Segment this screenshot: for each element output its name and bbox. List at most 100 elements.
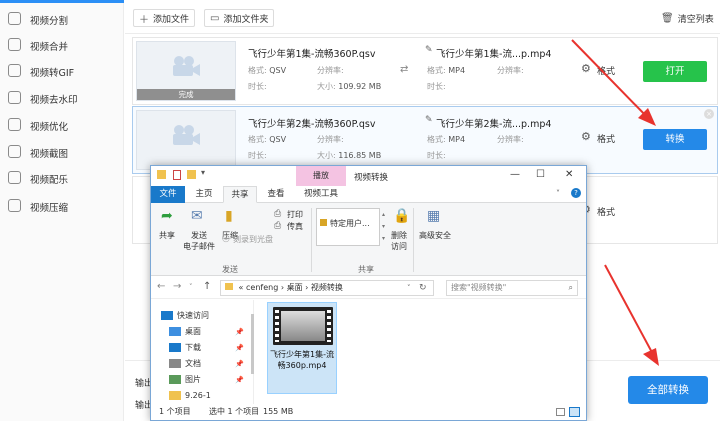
properties-icon[interactable] (173, 170, 181, 180)
done-badge: 完成 (137, 89, 235, 100)
folder-icon (169, 327, 181, 336)
specific-users-item[interactable]: 特定用户... (330, 218, 370, 229)
search-field[interactable]: 搜索"视频转换" ⌕ (446, 280, 578, 296)
path-overflow[interactable]: « (239, 283, 244, 292)
sidebar-accent-bar (0, 0, 124, 3)
pin-icon[interactable]: 📌 (235, 376, 244, 384)
forward-arrow-icon[interactable]: → (173, 281, 181, 292)
file-row-1[interactable]: 完成 飞行少年第1集-流畅360P.qsv 格式: QSV 分辨率: 时长: 大… (132, 37, 718, 105)
sidebar-item-7[interactable]: 视频配乐 (0, 165, 124, 191)
back-arrow-icon[interactable]: ← (157, 281, 165, 292)
play-context-tab[interactable]: 播放 (296, 166, 346, 186)
path-segment[interactable]: 桌面 (287, 283, 303, 292)
remove-row-icon[interactable]: × (704, 109, 714, 119)
burn-button[interactable]: 刻录到光盘 (233, 234, 273, 245)
folder-icon: ▭ (210, 12, 220, 24)
tab-view[interactable]: 查看 (261, 186, 291, 203)
fax-icon: ⎙ (274, 221, 282, 231)
clear-list-button[interactable]: 🗑 清空列表 (656, 9, 719, 27)
help-icon[interactable]: ? (571, 188, 581, 198)
pin-icon[interactable]: 📌 (235, 360, 244, 368)
path-dropdown-icon[interactable]: ˅ (407, 281, 411, 295)
nav-item[interactable]: 文档 (169, 357, 201, 371)
source-resolution: 分辨率: (317, 135, 344, 144)
add-folder-button[interactable]: ▭ 添加文件夹 (204, 9, 275, 27)
refresh-icon[interactable]: ↻ (419, 281, 427, 295)
shuffle-icon: ⇄ (400, 64, 409, 75)
tab-home[interactable]: 主页 (189, 186, 219, 203)
edit-pencil-icon[interactable]: ✎ (425, 115, 433, 125)
gear-icon[interactable]: ⚙ (581, 62, 591, 75)
sidebar-item-3[interactable]: 视频转GIF (0, 58, 124, 84)
video-file-icon (273, 307, 333, 345)
ribbon-collapse-icon[interactable]: ˅ (556, 189, 560, 198)
tab-video-tools[interactable]: 视频工具 (296, 186, 346, 203)
sidebar-item-2[interactable]: 视频合并 (0, 32, 124, 58)
path-segment[interactable]: cenfeng (246, 283, 278, 292)
new-folder-icon[interactable] (187, 170, 196, 179)
output-duration: 时长: (427, 82, 446, 91)
fax-button[interactable]: 传真 (287, 221, 303, 232)
convert-all-button[interactable]: 全部转换 (628, 376, 708, 404)
source-duration: 时长: (248, 151, 267, 160)
screenshot-icon (8, 145, 21, 158)
sidebar-item-8[interactable]: 视频压缩 (0, 193, 124, 219)
format-settings-label[interactable]: 格式 (597, 132, 615, 145)
send-group-label: 发送 (222, 265, 238, 274)
format-settings-label[interactable]: 格式 (597, 205, 615, 218)
trash-icon: 🗑 (661, 12, 674, 24)
output-duration: 时长: (427, 151, 446, 160)
sidebar-item-label: 视频优化 (30, 122, 69, 133)
convert-button[interactable]: 转换 (643, 129, 707, 150)
sidebar-item-1[interactable]: 视频分割 (0, 6, 124, 32)
tab-share[interactable]: 共享 (223, 186, 257, 203)
file-item[interactable]: 飞行少年第1集-流畅360p.mp4 (267, 302, 337, 394)
nav-scrollbar[interactable] (251, 300, 254, 404)
format-settings-label[interactable]: 格式 (597, 64, 615, 77)
remove-access-button[interactable]: 删除 访问 (391, 230, 407, 252)
minimize-icon[interactable]: — (510, 169, 520, 180)
pin-icon[interactable]: 📌 (235, 328, 244, 336)
nav-scrollbar-thumb[interactable] (251, 314, 254, 374)
maximize-icon[interactable]: ☐ (536, 169, 545, 180)
sidebar-item-6[interactable]: 视频截图 (0, 139, 124, 165)
sidebar-item-4[interactable]: 视频去水印 (0, 85, 124, 111)
large-icons-view-icon[interactable] (569, 407, 580, 417)
close-icon[interactable]: ✕ (565, 169, 573, 180)
nav-item[interactable]: 桌面 (169, 325, 201, 339)
nav-item[interactable]: 快速访问 (161, 309, 209, 323)
gear-icon[interactable]: ⚙ (581, 130, 591, 143)
path-field[interactable]: « cenfeng › 桌面 › 视频转换 ˅ ↻ (220, 280, 434, 296)
sidebar-item-5[interactable]: 视频优化 (0, 112, 124, 138)
details-view-icon[interactable] (556, 408, 565, 416)
open-button[interactable]: 打开 (643, 61, 707, 82)
share-button[interactable]: 共享 (159, 230, 175, 241)
gallery-more-icon[interactable]: ▾ (382, 235, 385, 242)
sidebar-item-label: 视频配乐 (30, 175, 69, 186)
share-with-gallery[interactable]: 特定用户... (316, 208, 380, 246)
gallery-up-icon[interactable]: ▴ (382, 211, 385, 218)
add-file-button[interactable]: ＋添加文件 (133, 9, 196, 27)
email-button[interactable]: 发送 电子邮件 (183, 230, 215, 252)
sidebar-item-label: 视频合并 (30, 42, 69, 53)
nav-item[interactable]: 图片 (169, 373, 201, 387)
file-row-2[interactable]: 飞行少年第2集-流畅360P.qsv 格式: QSV 分辨率: 时长: 大小: … (132, 106, 718, 174)
edit-pencil-icon[interactable]: ✎ (425, 45, 433, 55)
selection-size: 155 MB (263, 407, 294, 416)
tab-file[interactable]: 文件 (151, 186, 185, 203)
recent-chevron-icon[interactable]: ˅ (189, 283, 193, 291)
gallery-down-icon[interactable]: ▾ (382, 223, 385, 230)
path-segment[interactable]: 视频转换 (311, 283, 343, 292)
plus-icon: ＋ (139, 14, 149, 26)
ribbon-separator (413, 208, 414, 272)
print-button[interactable]: 打印 (287, 209, 303, 220)
nav-item-label: 下载 (185, 343, 201, 352)
nav-item[interactable]: 下载 (169, 341, 201, 355)
star-icon (161, 311, 173, 320)
chevron-down-icon[interactable]: ▾ (201, 168, 205, 177)
folder-icon (169, 391, 181, 400)
up-arrow-icon[interactable]: ↑ (203, 281, 211, 292)
pin-icon[interactable]: 📌 (235, 344, 244, 352)
nav-item[interactable]: 9.26-1 (169, 389, 211, 403)
advanced-security-button[interactable]: 高级安全 (419, 230, 451, 241)
